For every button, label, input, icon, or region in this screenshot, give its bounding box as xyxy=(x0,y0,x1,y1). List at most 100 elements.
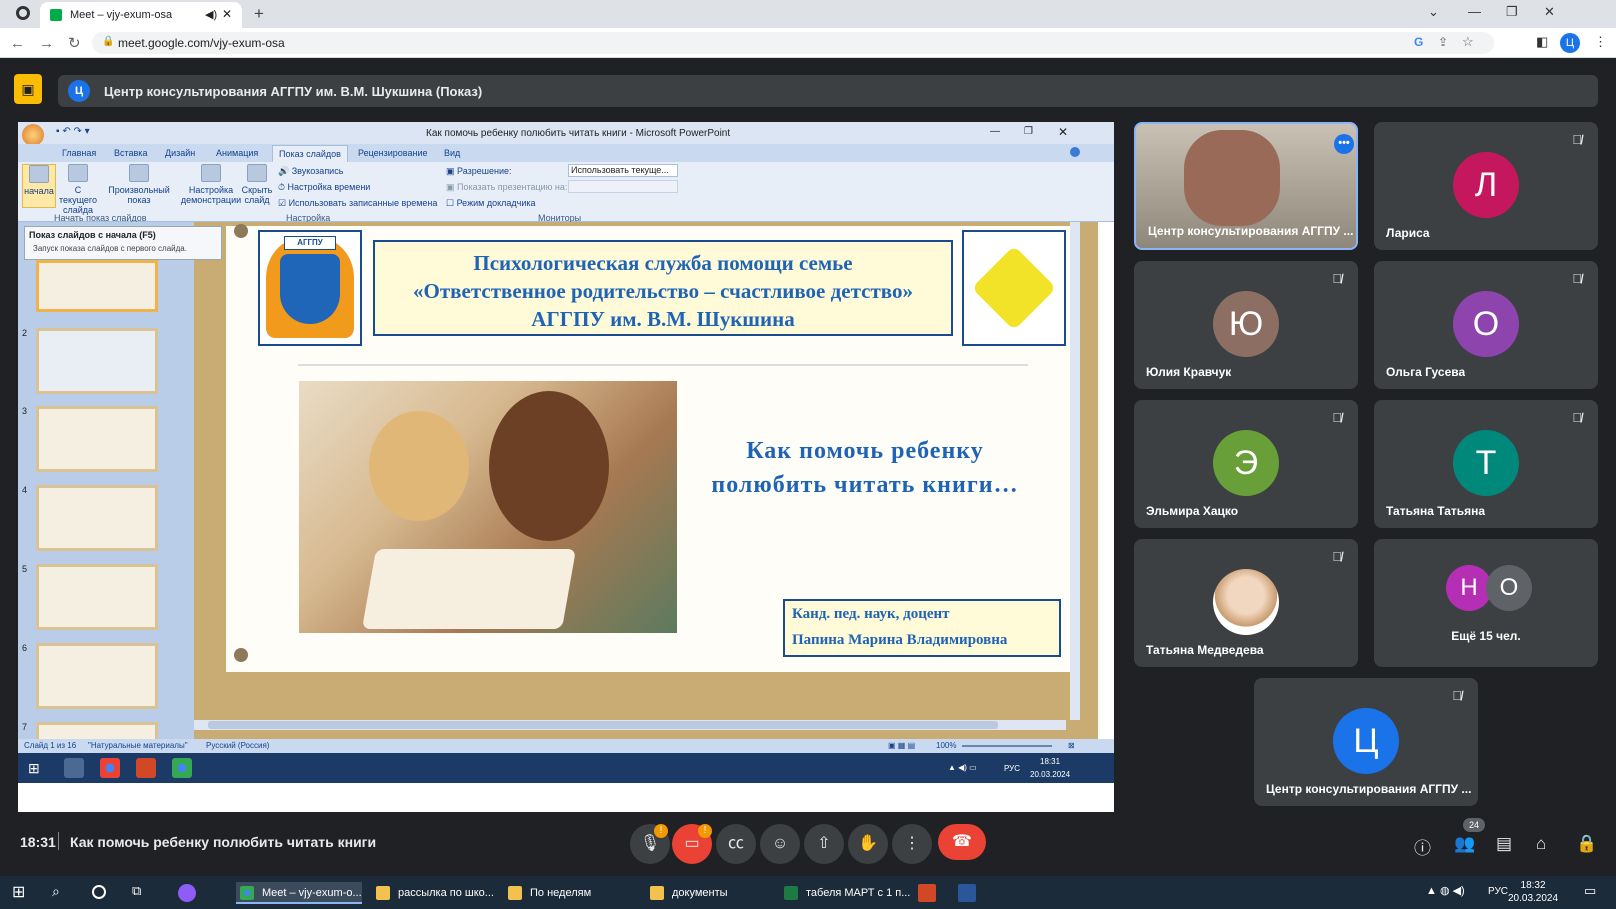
cortana-icon[interactable] xyxy=(92,885,106,899)
ribbon-tab-view[interactable]: Вид xyxy=(444,148,460,158)
close-window-button[interactable]: ✕ xyxy=(1544,4,1555,20)
end-call-button[interactable]: ☎ xyxy=(938,824,986,860)
participant-tile[interactable]: 🎙̸ Э Эльмира Хацко xyxy=(1134,400,1358,528)
word-icon[interactable] xyxy=(958,884,976,902)
chrome-menu-dots-icon[interactable]: ⋮ xyxy=(1594,34,1607,50)
browser-tab[interactable]: Meet – vjy-exum-osa ◀) ✕ xyxy=(40,2,242,28)
slide-thumbnail-1[interactable] xyxy=(36,260,158,312)
ribbon-tab-animation[interactable]: Анимация xyxy=(216,148,258,158)
calculator-icon[interactable] xyxy=(64,758,84,778)
resolution-select[interactable]: Использовать текуще... xyxy=(568,164,678,177)
powerpoint-taskbar-icon[interactable] xyxy=(136,758,156,778)
minimize-button[interactable]: — xyxy=(1468,4,1481,19)
show-on-select[interactable] xyxy=(568,180,678,193)
presentation-icon[interactable]: ▣ xyxy=(14,74,42,104)
ppt-minimize-button[interactable]: — xyxy=(990,126,1000,137)
app-icon[interactable] xyxy=(178,884,196,902)
activities-icon[interactable]: ⌂ xyxy=(1536,834,1546,854)
view-buttons[interactable]: ▣ ▦ ▤ xyxy=(888,741,915,750)
participant-tile[interactable]: 🎙̸ Ю Юлия Кравчук xyxy=(1134,261,1358,389)
vertical-scrollbar[interactable] xyxy=(1070,222,1080,720)
ppt-close-button[interactable]: ✕ xyxy=(1058,125,1068,139)
start-icon[interactable]: ⊞ xyxy=(12,882,25,902)
slide-thumbnail-2[interactable] xyxy=(36,328,158,394)
taskbar-item-folder[interactable]: документы xyxy=(646,882,772,904)
scroll-handle-icon[interactable] xyxy=(234,224,248,238)
help-icon[interactable] xyxy=(1070,147,1080,157)
reactions-button[interactable]: ☺ xyxy=(760,824,800,864)
zoom-slider[interactable] xyxy=(962,745,1052,747)
ribbon-tab-insert[interactable]: Вставка xyxy=(114,148,147,158)
office-button-icon[interactable] xyxy=(22,124,44,146)
speaker-icon[interactable]: ◀) xyxy=(205,8,217,21)
language-indicator[interactable]: РУС xyxy=(1488,886,1508,897)
inner-lang[interactable]: РУС xyxy=(1004,764,1020,773)
taskbar-item-meet[interactable]: Meet – vjy-exum-o... xyxy=(236,882,362,904)
participant-tile[interactable]: 🎙̸ О Ольга Гусева xyxy=(1374,261,1598,389)
info-icon[interactable]: ⓘ xyxy=(1414,834,1431,859)
lock-icon[interactable]: 🔒 xyxy=(102,36,114,47)
task-view-icon[interactable]: ⧉ xyxy=(132,883,141,899)
slide-thumbnail-4[interactable] xyxy=(36,485,158,551)
present-button[interactable]: ⇧ xyxy=(804,824,844,864)
scroll-handle-icon[interactable] xyxy=(234,648,248,662)
record-narration-option[interactable]: 🔊 Звукозапись xyxy=(278,166,343,177)
people-icon[interactable]: 👥 xyxy=(1454,834,1475,854)
participant-tile-presenter[interactable]: ••• Центр консультирования АГГПУ ... xyxy=(1134,122,1358,250)
horizontal-scrollbar[interactable] xyxy=(194,720,1066,730)
ribbon-tab-design[interactable]: Дизайн xyxy=(165,148,195,158)
taskbar-item-excel[interactable]: табеля МАРТ с 1 п... xyxy=(780,882,910,904)
bookmark-star-icon[interactable]: ☆ xyxy=(1462,34,1474,50)
host-controls-icon[interactable]: 🔒 xyxy=(1576,834,1597,854)
slide-thumbnail-5[interactable] xyxy=(36,564,158,630)
tab-search-icon[interactable]: ⌄ xyxy=(1428,4,1439,20)
ribbon-tab-slideshow[interactable]: Показ слайдов xyxy=(272,145,348,162)
captions-button[interactable]: ㏄ xyxy=(716,824,756,864)
rehearse-timings-option[interactable]: ⏱ Настройка времени xyxy=(278,182,370,193)
raise-hand-button[interactable]: ✋ xyxy=(848,824,888,864)
participant-tile[interactable]: 🎙̸ Л Лариса xyxy=(1374,122,1598,250)
participant-tile[interactable]: 🎙̸ Т Татьяна Татьяна xyxy=(1374,400,1598,528)
ppt-maximize-button[interactable]: ❐ xyxy=(1024,126,1033,137)
quick-access-icons[interactable]: ▪ ↶ ↷ ▾ xyxy=(56,126,90,137)
more-participants-tile[interactable]: Н О Ещё 15 чел. xyxy=(1374,539,1598,667)
google-icon[interactable]: G xyxy=(1414,35,1423,49)
powerpoint-icon[interactable] xyxy=(918,884,936,902)
new-tab-button[interactable]: + xyxy=(254,4,264,24)
side-panel-icon[interactable]: ◧ xyxy=(1536,34,1548,50)
maximize-button[interactable]: ❐ xyxy=(1506,4,1518,20)
slide-thumbnail-3[interactable] xyxy=(36,406,158,472)
more-options-icon[interactable]: ••• xyxy=(1334,134,1354,154)
participant-tile[interactable]: 🎙̸ Татьяна Медведева xyxy=(1134,539,1358,667)
more-options-button[interactable]: ⋮ xyxy=(892,824,932,864)
from-start-button[interactable]: начала xyxy=(22,164,56,208)
nav-buttons[interactable]: ←→↻ xyxy=(10,34,95,52)
chrome-icon[interactable] xyxy=(100,758,120,778)
ribbon-tab-review[interactable]: Рецензирование xyxy=(358,148,428,158)
custom-show-button[interactable]: Произвольный показ xyxy=(106,164,172,205)
presenter-view-checkbox[interactable]: ☐ Режим докладчика xyxy=(446,198,536,209)
search-icon[interactable]: ⌕ xyxy=(52,883,60,900)
chrome-menu-icon[interactable] xyxy=(16,6,30,20)
chat-icon[interactable]: ▤ xyxy=(1496,834,1512,854)
notifications-icon[interactable]: ▭ xyxy=(1584,883,1596,899)
tray-icons[interactable]: ▲ ◍ ◀) xyxy=(1426,884,1465,897)
windows-start-icon[interactable]: ⊞ xyxy=(28,760,40,777)
close-tab-icon[interactable]: ✕ xyxy=(222,7,232,21)
setup-show-button[interactable]: Настройка демонстрации xyxy=(178,164,244,205)
profile-avatar[interactable]: Ц xyxy=(1560,33,1580,53)
participant-tile[interactable]: 🎙̸ Ц Центр консультирования АГГПУ ... xyxy=(1254,678,1478,806)
use-timings-checkbox[interactable]: ☑ Использовать записанные времена xyxy=(278,198,437,209)
meet-chrome-icon[interactable] xyxy=(172,758,192,778)
horizontal-scroll-thumb[interactable] xyxy=(208,721,998,729)
slide-thumbnail-6[interactable] xyxy=(36,643,158,709)
hide-slide-button[interactable]: Скрыть слайд xyxy=(240,164,274,205)
taskbar-item-folder[interactable]: По неделям xyxy=(504,882,630,904)
taskbar-item-folder[interactable]: рассылка по шко... xyxy=(372,882,498,904)
omnibox[interactable]: 🔒 meet.google.com/vjy-exum-osa G ⇪ ☆ xyxy=(92,32,1494,54)
share-icon[interactable]: ⇪ xyxy=(1438,35,1448,49)
ribbon-tab-home[interactable]: Главная xyxy=(62,148,96,158)
fit-window-icon[interactable]: ⊠ xyxy=(1068,741,1075,750)
taskbar-clock[interactable]: 18:32 20.03.2024 xyxy=(1508,879,1558,905)
tray-icons[interactable]: ▲ ◀) ▭ xyxy=(948,763,977,772)
